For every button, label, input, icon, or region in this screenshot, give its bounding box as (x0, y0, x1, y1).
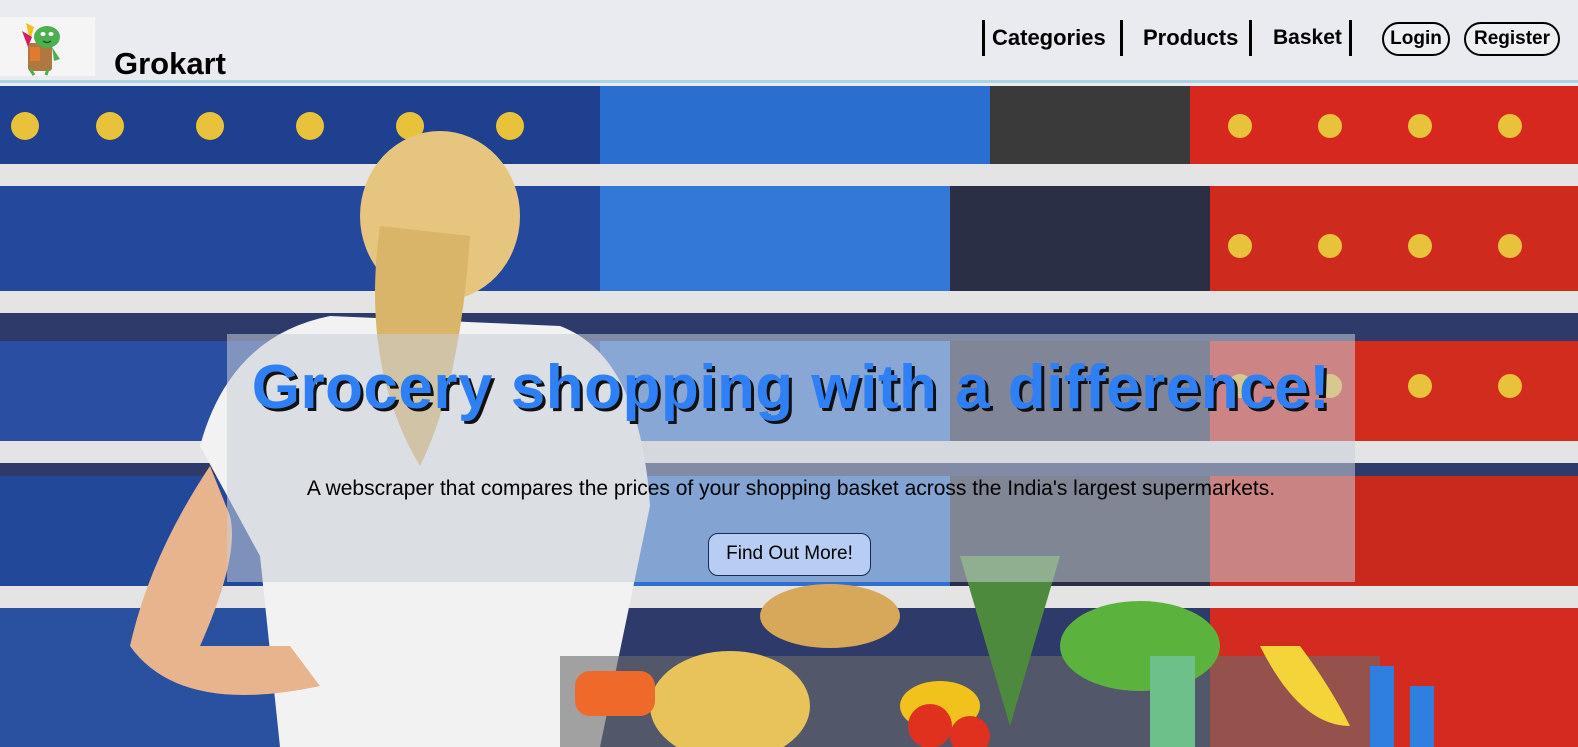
mascot-icon (22, 23, 60, 76)
grokart-logo[interactable] (0, 17, 95, 76)
hero-overlay-card: Grocery shopping with a difference! A we… (227, 334, 1355, 582)
nav-divider (1349, 20, 1352, 56)
nav-link-products[interactable]: Products (1137, 20, 1244, 56)
login-button[interactable]: Login (1382, 22, 1450, 56)
hero-section: Grocery shopping with a difference! A we… (0, 86, 1578, 747)
nav-link-categories[interactable]: Categories (986, 20, 1112, 56)
brand-name[interactable]: Grokart (114, 46, 226, 82)
hero-subtitle: A webscraper that compares the prices of… (306, 477, 1276, 500)
navbar: Grokart Categories Products Basket Login… (0, 0, 1578, 83)
nav-link-basket[interactable]: Basket (1267, 20, 1348, 56)
nav-divider (1249, 20, 1252, 56)
hero-title: Grocery shopping with a difference! (251, 353, 1331, 422)
register-button[interactable]: Register (1464, 22, 1560, 56)
nav-divider (982, 20, 985, 56)
find-out-more-button[interactable]: Find Out More! (708, 533, 871, 576)
nav-divider (1120, 20, 1123, 56)
